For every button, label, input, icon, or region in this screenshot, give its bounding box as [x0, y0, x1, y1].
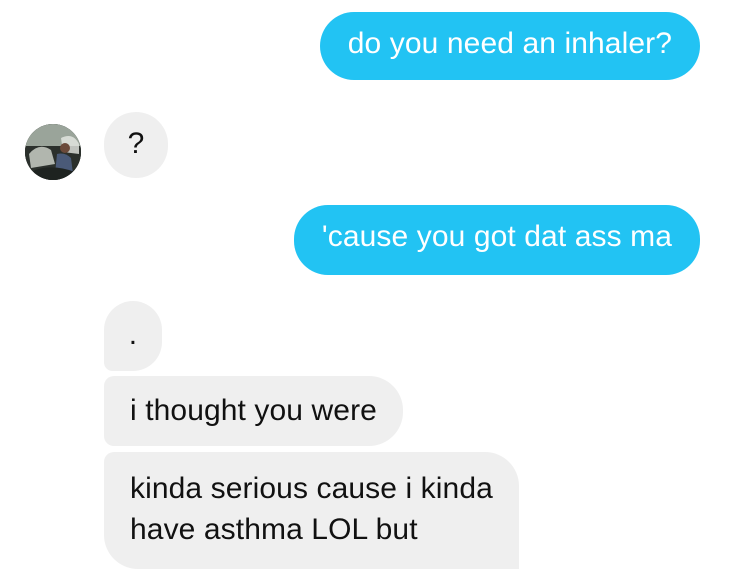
avatar[interactable] — [25, 124, 81, 180]
message-line: have asthma LOL but — [130, 513, 418, 546]
avatar-photo-icon — [25, 124, 81, 180]
incoming-message[interactable]: . — [104, 301, 162, 371]
chat-thread: do you need an inhaler? ? 'cause you got… — [0, 0, 750, 569]
message-line: kinda serious cause i kinda — [130, 472, 493, 505]
incoming-message[interactable]: kinda serious cause i kinda have asthma … — [104, 452, 519, 569]
incoming-message[interactable]: i thought you were — [104, 376, 403, 446]
outgoing-message[interactable]: 'cause you got dat ass ma — [293, 205, 700, 275]
incoming-message[interactable]: ? — [104, 112, 168, 178]
outgoing-message[interactable]: do you need an inhaler? — [319, 12, 700, 80]
